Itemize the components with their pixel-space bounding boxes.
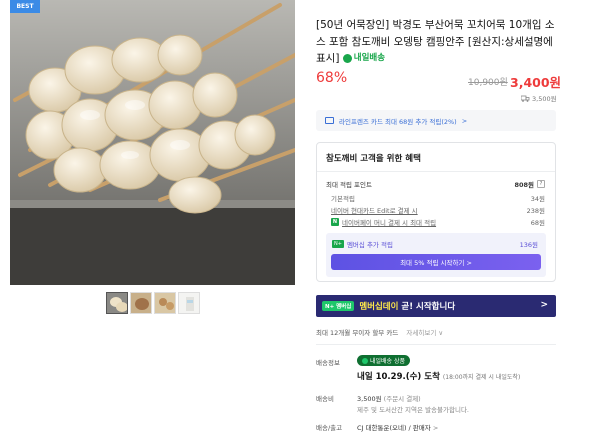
max-points-value-wrap: 808원 ? (514, 179, 545, 189)
sale-price: 3,400원 (510, 75, 562, 90)
best-badge: BEST (10, 0, 40, 13)
naverpay-icon: N (331, 218, 339, 226)
banner-text: 멤버십데이 곧! 시작합니다 (359, 300, 455, 312)
product-main-image (10, 0, 295, 285)
delivery-label: 배송정보 (316, 359, 340, 367)
divider (316, 344, 556, 345)
thumbnail-1[interactable] (106, 292, 128, 314)
carrier-label: 배송/출고 (316, 424, 343, 432)
thumbnail-image-icon (179, 293, 199, 313)
membership-value: 136원 (519, 241, 538, 249)
thumbnail-image-icon (155, 293, 175, 313)
membership-start-button[interactable]: 최대 5% 적립 시작하기 > (331, 254, 541, 270)
banner-highlight: 멤버십데이 (359, 302, 399, 312)
membership-day-banner[interactable]: N+ 멤버십 멤버십데이 곧! 시작합니다 > (316, 295, 556, 317)
tomorrow-delivery-icon (342, 53, 352, 63)
installment-more-link[interactable]: 자세히보기 ∨ (406, 329, 443, 337)
carrier-info[interactable]: CJ 대한통운(오네) / 판매자 > (357, 422, 438, 432)
tomorrow-delivery-badge: 내일배송 (342, 50, 386, 67)
chevron-right-icon: > (540, 300, 548, 310)
thumbnail-4[interactable] (178, 292, 200, 314)
membership-tag: N+ 멤버십 (322, 301, 355, 311)
thumbnail-image-icon (131, 293, 151, 313)
tomorrow-delivery-label: 내일배송 (353, 53, 386, 63)
installment-info: 최대 12개월 무이자 할부 카드 자세히보기 ∨ (316, 327, 443, 337)
thumbnail-strip (106, 292, 200, 314)
shipping-fee-summary: 3,500원 (521, 93, 557, 103)
delivery-badge-wrap: 내일배송 상품 (357, 355, 411, 366)
membership-box: N+ 멤버십 추가 적립 136원 최대 5% 적립 시작하기 > (326, 233, 546, 277)
arrival-date: 내일 10.29.(수) 도착 (357, 372, 440, 382)
thumbnail-3[interactable] (154, 292, 176, 314)
tomorrow-delivery-product-badge: 내일배송 상품 (357, 355, 411, 366)
membership-label-wrap: N+ 멤버십 추가 적립 (332, 239, 393, 249)
truck-icon (521, 95, 530, 102)
help-icon[interactable]: ? (537, 180, 545, 188)
max-points-value: 808원 (514, 181, 534, 189)
carrier-value: CJ 대한통운(오네) / 판매자 (357, 424, 431, 432)
shipping-fee-info: 3,500원 (주문시 결제) (357, 393, 421, 403)
shipping-fee-sub: 제주 및 도서산간 지역은 발송불가합니다. (357, 406, 469, 414)
max-points-row: 최대 적립 포인트 808원 ? (326, 179, 545, 189)
chevron-right-icon: > (461, 116, 468, 125)
discount-rate: 68% (316, 70, 348, 86)
benefit-row-basic: 기본적립 34원 (331, 193, 545, 203)
max-points-label: 최대 적립 포인트 (326, 181, 372, 189)
shipping-fee-value: 3,500원 (357, 395, 382, 403)
banner-suffix: 곧! 시작합니다 (398, 302, 456, 312)
chevron-right-icon: > (432, 424, 439, 432)
benefit-row-naverpay[interactable]: N 네이버페이 머니 결제 시 최대 적립 68원 (331, 217, 545, 227)
divider (317, 171, 555, 172)
delivery-dot-icon (362, 357, 368, 364)
product-title: [50년 어묵장인] 박경도 부산어묵 꼬치어묵 10개입 소스 포함 참도깨비… (316, 17, 558, 67)
benefit-box: 참도깨비 고객을 위한 혜택 최대 적립 포인트 808원 ? 기본적립 34원… (316, 142, 556, 282)
credit-card-icon (325, 117, 334, 124)
shipping-fee-note: (주문시 결제) (383, 395, 421, 403)
fishcake-skewers-photo (10, 0, 295, 285)
benefit-row-label: 네이버 현대카드 Edit로 결제 시 (331, 207, 418, 215)
benefit-row-card[interactable]: 네이버 현대카드 Edit로 결제 시 238원 (331, 205, 545, 215)
benefit-row-label: 기본적립 (331, 195, 355, 203)
benefit-row-value: 68원 (530, 219, 545, 227)
thumbnail-2[interactable] (130, 292, 152, 314)
benefit-row-value: 238원 (526, 207, 545, 215)
arrival-note: (18:00까지 결제 시 내일도착) (442, 374, 521, 381)
card-benefit-text: 라인프렌즈 카드 최대 68원 추가 적립(2%) (339, 117, 457, 126)
benefit-row-label: 네이버페이 머니 결제 시 최대 적립 (342, 219, 437, 227)
benefit-row-value: 34원 (530, 195, 545, 203)
card-benefit-link[interactable]: 라인프렌즈 카드 최대 68원 추가 적립(2%) > (316, 110, 556, 131)
membership-row: N+ 멤버십 추가 적립 136원 (332, 239, 538, 249)
benefit-row-label-wrap: N 네이버페이 머니 결제 시 최대 적립 (331, 217, 436, 227)
original-price: 10,900원 (468, 78, 508, 88)
arrival-info: 내일 10.29.(수) 도착 (18:00까지 결제 시 내일도착) (357, 370, 520, 382)
shipping-fee-mini: 3,500원 (532, 95, 557, 103)
shipping-fee-label: 배송비 (316, 395, 334, 403)
benefit-title: 참도깨비 고객을 위한 혜택 (326, 154, 421, 164)
installment-text: 최대 12개월 무이자 할부 카드 (316, 329, 399, 337)
membership-label: 멤버십 추가 적립 (346, 241, 393, 249)
thumbnail-image-icon (107, 293, 127, 313)
membership-badge-icon: N+ (332, 240, 344, 248)
delivery-badge-label: 내일배송 상품 (370, 358, 406, 365)
